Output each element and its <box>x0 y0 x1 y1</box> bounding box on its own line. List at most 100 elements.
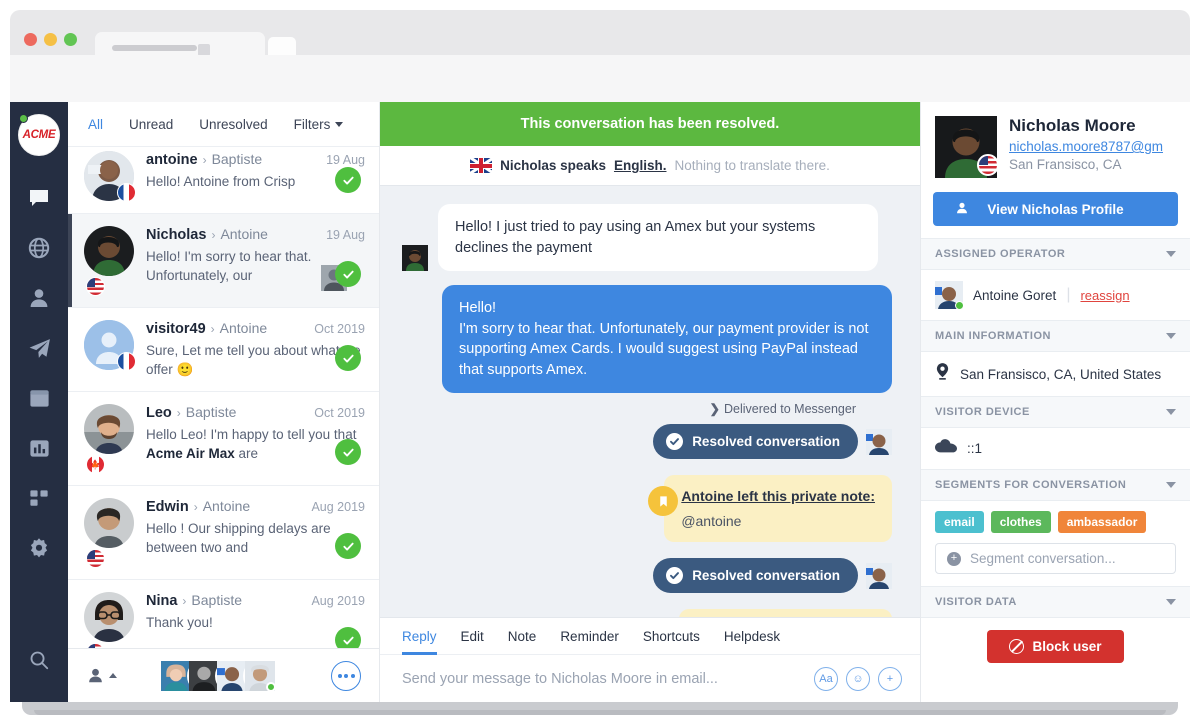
section-title: ASSIGNED OPERATOR <box>935 248 1066 260</box>
language-link[interactable]: English. <box>614 158 667 173</box>
status-badge <box>335 167 361 193</box>
operator-status-toggle[interactable] <box>86 666 117 685</box>
text-format-icon[interactable]: Aa <box>814 666 838 691</box>
conversation-preview: Hello Leo! I'm happy to tell you that Ac… <box>146 427 357 462</box>
operator-avatar-4 <box>243 658 277 693</box>
uk-flag-icon <box>470 158 493 173</box>
event-row-resolved-2: Resolved conversation <box>402 558 892 594</box>
preview-bold: Acme Air Max <box>146 446 235 462</box>
composer-input-row[interactable]: Send your message to Nicholas Moore in e… <box>380 655 920 702</box>
check-circle-icon <box>666 567 684 585</box>
conversation-assignee: Baptiste <box>191 592 243 609</box>
section-visitor-device[interactable]: VISITOR DEVICE <box>921 396 1190 428</box>
avatar <box>84 592 134 648</box>
reassign-link[interactable]: reassign <box>1080 288 1129 303</box>
list-item[interactable]: visitor49 › Antoine Oct 2019 Sure, Let m… <box>68 308 379 393</box>
status-badge <box>335 261 361 287</box>
message-bubble: Hello! I just tried to pay using an Amex… <box>438 204 878 272</box>
list-item-body: Nina › Baptiste Aug 2019 Thank you! <box>146 592 365 632</box>
segment-tag-email[interactable]: email <box>935 511 984 533</box>
list-item[interactable]: Leo › Baptiste Oct 2019 Hello Leo! I'm h… <box>68 392 379 487</box>
tab-all[interactable]: All <box>88 117 103 132</box>
list-item[interactable]: Nina › Baptiste Aug 2019 Thank you! <box>68 580 379 648</box>
tab-filters-label: Filters <box>293 116 331 132</box>
message-list: Hello! I just tried to pay using an Amex… <box>380 186 920 617</box>
conversation-name: Leo <box>146 405 172 422</box>
conversation-assignee: Baptiste <box>211 151 263 167</box>
section-assigned-operator[interactable]: ASSIGNED OPERATOR <box>921 238 1190 270</box>
maximize-window-button[interactable] <box>64 33 77 46</box>
composer-tab-edit[interactable]: Edit <box>461 618 484 655</box>
segment-conversation-input[interactable]: + Segment conversation... <box>935 543 1176 574</box>
divider: | <box>1066 286 1071 303</box>
plus-icon: + <box>947 551 961 566</box>
conversation-date: 19 Aug <box>326 228 365 242</box>
tab-filters[interactable]: Filters <box>294 117 344 132</box>
tab-unread[interactable]: Unread <box>129 117 173 132</box>
conversation-assignee: Antoine <box>202 498 251 515</box>
tab-unresolved[interactable]: Unresolved <box>199 117 267 132</box>
location-value: San Fransisco, CA, United States <box>960 366 1162 382</box>
more-options-button[interactable] <box>331 660 361 691</box>
globe-icon[interactable] <box>19 228 59 268</box>
operator-avatar-stack[interactable] <box>159 658 277 693</box>
composer-tab-reply[interactable]: Reply <box>402 618 437 655</box>
minimize-window-button[interactable] <box>44 33 57 46</box>
attachment-add-icon[interactable]: + <box>878 666 902 691</box>
avatar <box>84 226 134 296</box>
flag-icon <box>117 183 136 202</box>
chat-icon[interactable] <box>19 178 59 218</box>
composer-tab-shortcuts[interactable]: Shortcuts <box>643 618 700 655</box>
conversation-list-footer <box>68 648 379 702</box>
avatar <box>84 320 136 371</box>
view-profile-label: View Nicholas Profile <box>987 201 1124 217</box>
settings-icon[interactable] <box>19 528 59 568</box>
section-title: MAIN INFORMATION <box>935 330 1051 342</box>
composer-tab-helpdesk[interactable]: Helpdesk <box>724 618 780 655</box>
conversation-date: Aug 2019 <box>311 594 365 609</box>
view-profile-button[interactable]: View Nicholas Profile <box>933 192 1178 226</box>
profile-email[interactable]: nicholas.moore8787@gm <box>1009 139 1163 154</box>
analytics-icon[interactable] <box>19 428 59 468</box>
arrow-right-icon: › <box>210 322 215 336</box>
conversation-list-panel: All Unread Unresolved Filters antoine › … <box>68 102 380 702</box>
conversation-name: Nicholas <box>146 227 207 243</box>
helpdesk-icon[interactable] <box>19 378 59 418</box>
conversation-preview: Thank you! <box>146 615 213 631</box>
list-item-body: Edwin › Antoine Aug 2019 Hello ! Our shi… <box>146 498 365 557</box>
chevron-down-icon <box>1166 482 1176 488</box>
composer-tab-reminder[interactable]: Reminder <box>560 618 619 655</box>
contacts-icon[interactable] <box>19 278 59 318</box>
section-main-information[interactable]: MAIN INFORMATION <box>921 320 1190 352</box>
campaigns-icon[interactable] <box>19 328 59 368</box>
segment-tag-ambassador[interactable]: ambassador <box>1057 511 1147 533</box>
chevron-down-icon <box>1166 599 1176 605</box>
search-icon[interactable] <box>19 640 59 680</box>
emoji-icon[interactable]: ☺ <box>846 666 870 691</box>
resolved-event-chip: Resolved conversation <box>653 424 858 460</box>
block-user-button[interactable]: Block user <box>987 630 1124 663</box>
section-visitor-data[interactable]: VISITOR DATA <box>921 586 1190 618</box>
list-item[interactable]: Nicholas › Antoine 19 Aug Hello! I'm sor… <box>68 214 379 308</box>
private-note-row: Antoine left this private note: @antoine <box>402 475 892 543</box>
flag-icon <box>86 455 105 475</box>
close-window-button[interactable] <box>24 33 37 46</box>
plugins-icon[interactable] <box>19 478 59 518</box>
list-item[interactable]: antoine › Baptiste 19 Aug Hello! Antoine… <box>68 147 379 214</box>
list-item[interactable]: Edwin › Antoine Aug 2019 Hello ! Our shi… <box>68 486 379 581</box>
bookmark-icon <box>648 486 679 517</box>
conversation-name: Edwin <box>146 499 189 516</box>
segment-tag-clothes[interactable]: clothes <box>990 511 1051 533</box>
workspace-logo[interactable]: ACME <box>18 114 60 156</box>
composer-tab-note[interactable]: Note <box>508 618 537 655</box>
section-segments[interactable]: SEGMENTS FOR CONVERSATION <box>921 469 1190 501</box>
message-input-placeholder[interactable]: Send your message to Nicholas Moore in e… <box>402 671 814 687</box>
section-title: SEGMENTS FOR CONVERSATION <box>935 479 1127 491</box>
chevron-up-icon <box>109 673 117 678</box>
segment-tags: email clothes ambassador <box>921 501 1190 537</box>
device-ip-value: ::1 <box>967 441 983 456</box>
arrow-right-icon: › <box>202 153 207 167</box>
conversation-assignee: Antoine <box>220 226 268 242</box>
flag-icon <box>86 643 105 648</box>
conversation-filter-tabs: All Unread Unresolved Filters <box>68 102 379 147</box>
